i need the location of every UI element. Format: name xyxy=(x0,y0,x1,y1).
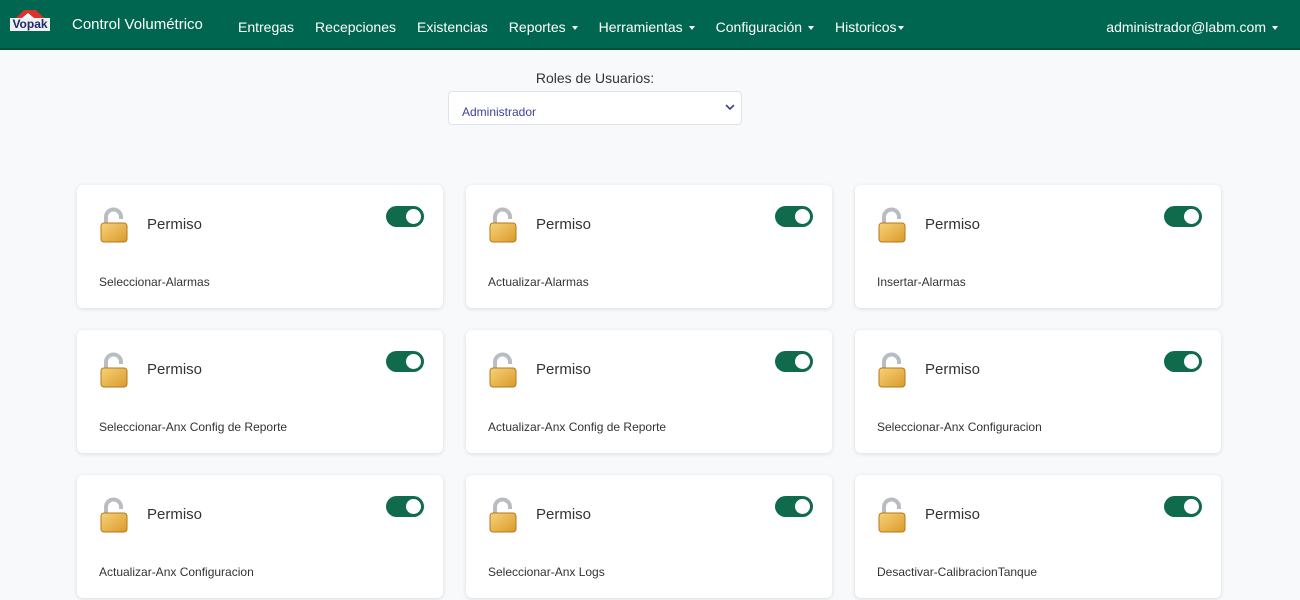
card-title: Permiso xyxy=(925,216,981,233)
toggle-knob xyxy=(1184,499,1199,514)
permission-card: Permiso Actualizar-Alarmas xyxy=(466,185,832,308)
unlocked-padlock-icon xyxy=(878,497,906,533)
unlocked-padlock-icon xyxy=(489,352,517,388)
caret-down-icon xyxy=(571,26,578,31)
roles-label: Roles de Usuarios: xyxy=(535,70,655,86)
nav-item-configuracion[interactable]: Configuración xyxy=(716,18,815,36)
permission-name: Actualizar-Anx Config de Reporte xyxy=(488,420,667,434)
permission-toggle[interactable] xyxy=(775,206,813,227)
toggle-knob xyxy=(795,354,810,369)
permission-card: Permiso Seleccionar-Anx Configuracion xyxy=(855,330,1221,453)
permission-name: Desactivar-CalibracionTanque xyxy=(877,565,1038,579)
unlocked-padlock-icon xyxy=(878,207,906,243)
card-title: Permiso xyxy=(536,506,592,523)
permission-name: Seleccionar-Anx Config de Reporte xyxy=(99,420,288,434)
caret-down-icon xyxy=(808,26,815,31)
permission-toggle[interactable] xyxy=(386,351,424,372)
permission-name: Insertar-Alarmas xyxy=(877,275,966,289)
unlocked-padlock-icon xyxy=(489,207,517,243)
permission-name: Seleccionar-Anx Logs xyxy=(488,565,605,579)
card-title: Permiso xyxy=(925,361,981,378)
permission-toggle[interactable] xyxy=(1164,351,1202,372)
nav-item-reportes[interactable]: Reportes xyxy=(509,18,578,36)
logo-text: Vopak xyxy=(10,17,50,31)
unlocked-padlock-icon xyxy=(878,352,906,388)
permission-card: Permiso Seleccionar-Anx Config de Report… xyxy=(77,330,443,453)
card-title: Permiso xyxy=(147,361,203,378)
unlocked-padlock-icon xyxy=(100,207,128,243)
nav-item-herramientas[interactable]: Herramientas xyxy=(599,18,695,36)
permission-card: Permiso Seleccionar-Alarmas xyxy=(77,185,443,308)
permission-toggle[interactable] xyxy=(1164,496,1202,517)
card-title: Permiso xyxy=(147,506,203,523)
toggle-knob xyxy=(406,354,421,369)
toggle-knob xyxy=(406,209,421,224)
toggle-knob xyxy=(795,499,810,514)
permission-name: Seleccionar-Alarmas xyxy=(99,275,210,289)
permission-card: Permiso Actualizar-Anx Config de Reporte xyxy=(466,330,832,453)
app-title[interactable]: Control Volumétrico xyxy=(72,16,203,34)
permission-card: Permiso Actualizar-Anx Configuracion xyxy=(77,475,443,598)
permission-name: Actualizar-Anx Configuracion xyxy=(99,565,254,579)
card-title: Permiso xyxy=(925,506,981,523)
nav-item-existencias[interactable]: Existencias xyxy=(417,18,488,36)
permission-toggle[interactable] xyxy=(775,351,813,372)
unlocked-padlock-icon xyxy=(489,497,517,533)
toggle-knob xyxy=(795,209,810,224)
role-select-value: Administrador xyxy=(462,105,537,119)
top-navbar: Vopak Control Volumétrico Entregas Recep… xyxy=(0,0,1300,50)
permission-card: Permiso Desactivar-CalibracionTanque xyxy=(855,475,1221,598)
card-title: Permiso xyxy=(536,216,592,233)
permission-toggle[interactable] xyxy=(386,496,424,517)
unlocked-padlock-icon xyxy=(100,352,128,388)
card-title: Permiso xyxy=(147,216,203,233)
nav-item-recepciones[interactable]: Recepciones xyxy=(315,18,396,36)
toggle-knob xyxy=(1184,209,1199,224)
role-select[interactable]: Administrador xyxy=(448,91,742,125)
nav-item-entregas[interactable]: Entregas xyxy=(238,18,294,36)
chevron-down-icon xyxy=(725,104,735,110)
permission-card: Permiso Seleccionar-Anx Logs xyxy=(466,475,832,598)
unlocked-padlock-icon xyxy=(100,497,128,533)
toggle-knob xyxy=(406,499,421,514)
permission-toggle[interactable] xyxy=(775,496,813,517)
caret-down-icon xyxy=(688,26,695,31)
permission-toggle[interactable] xyxy=(386,206,424,227)
permission-name: Seleccionar-Anx Configuracion xyxy=(877,420,1042,434)
vopak-logo[interactable]: Vopak xyxy=(4,8,56,40)
permission-toggle[interactable] xyxy=(1164,206,1202,227)
caret-down-icon xyxy=(1272,26,1278,31)
user-email: administrador@labm.com xyxy=(1106,19,1266,35)
permission-name: Actualizar-Alarmas xyxy=(488,275,589,289)
caret-down-icon xyxy=(897,26,904,31)
user-menu[interactable]: administrador@labm.com xyxy=(1106,18,1278,36)
nav-item-historicos[interactable]: Historicos xyxy=(835,18,904,36)
permission-card: Permiso Insertar-Alarmas xyxy=(855,185,1221,308)
toggle-knob xyxy=(1184,354,1199,369)
card-title: Permiso xyxy=(536,361,592,378)
